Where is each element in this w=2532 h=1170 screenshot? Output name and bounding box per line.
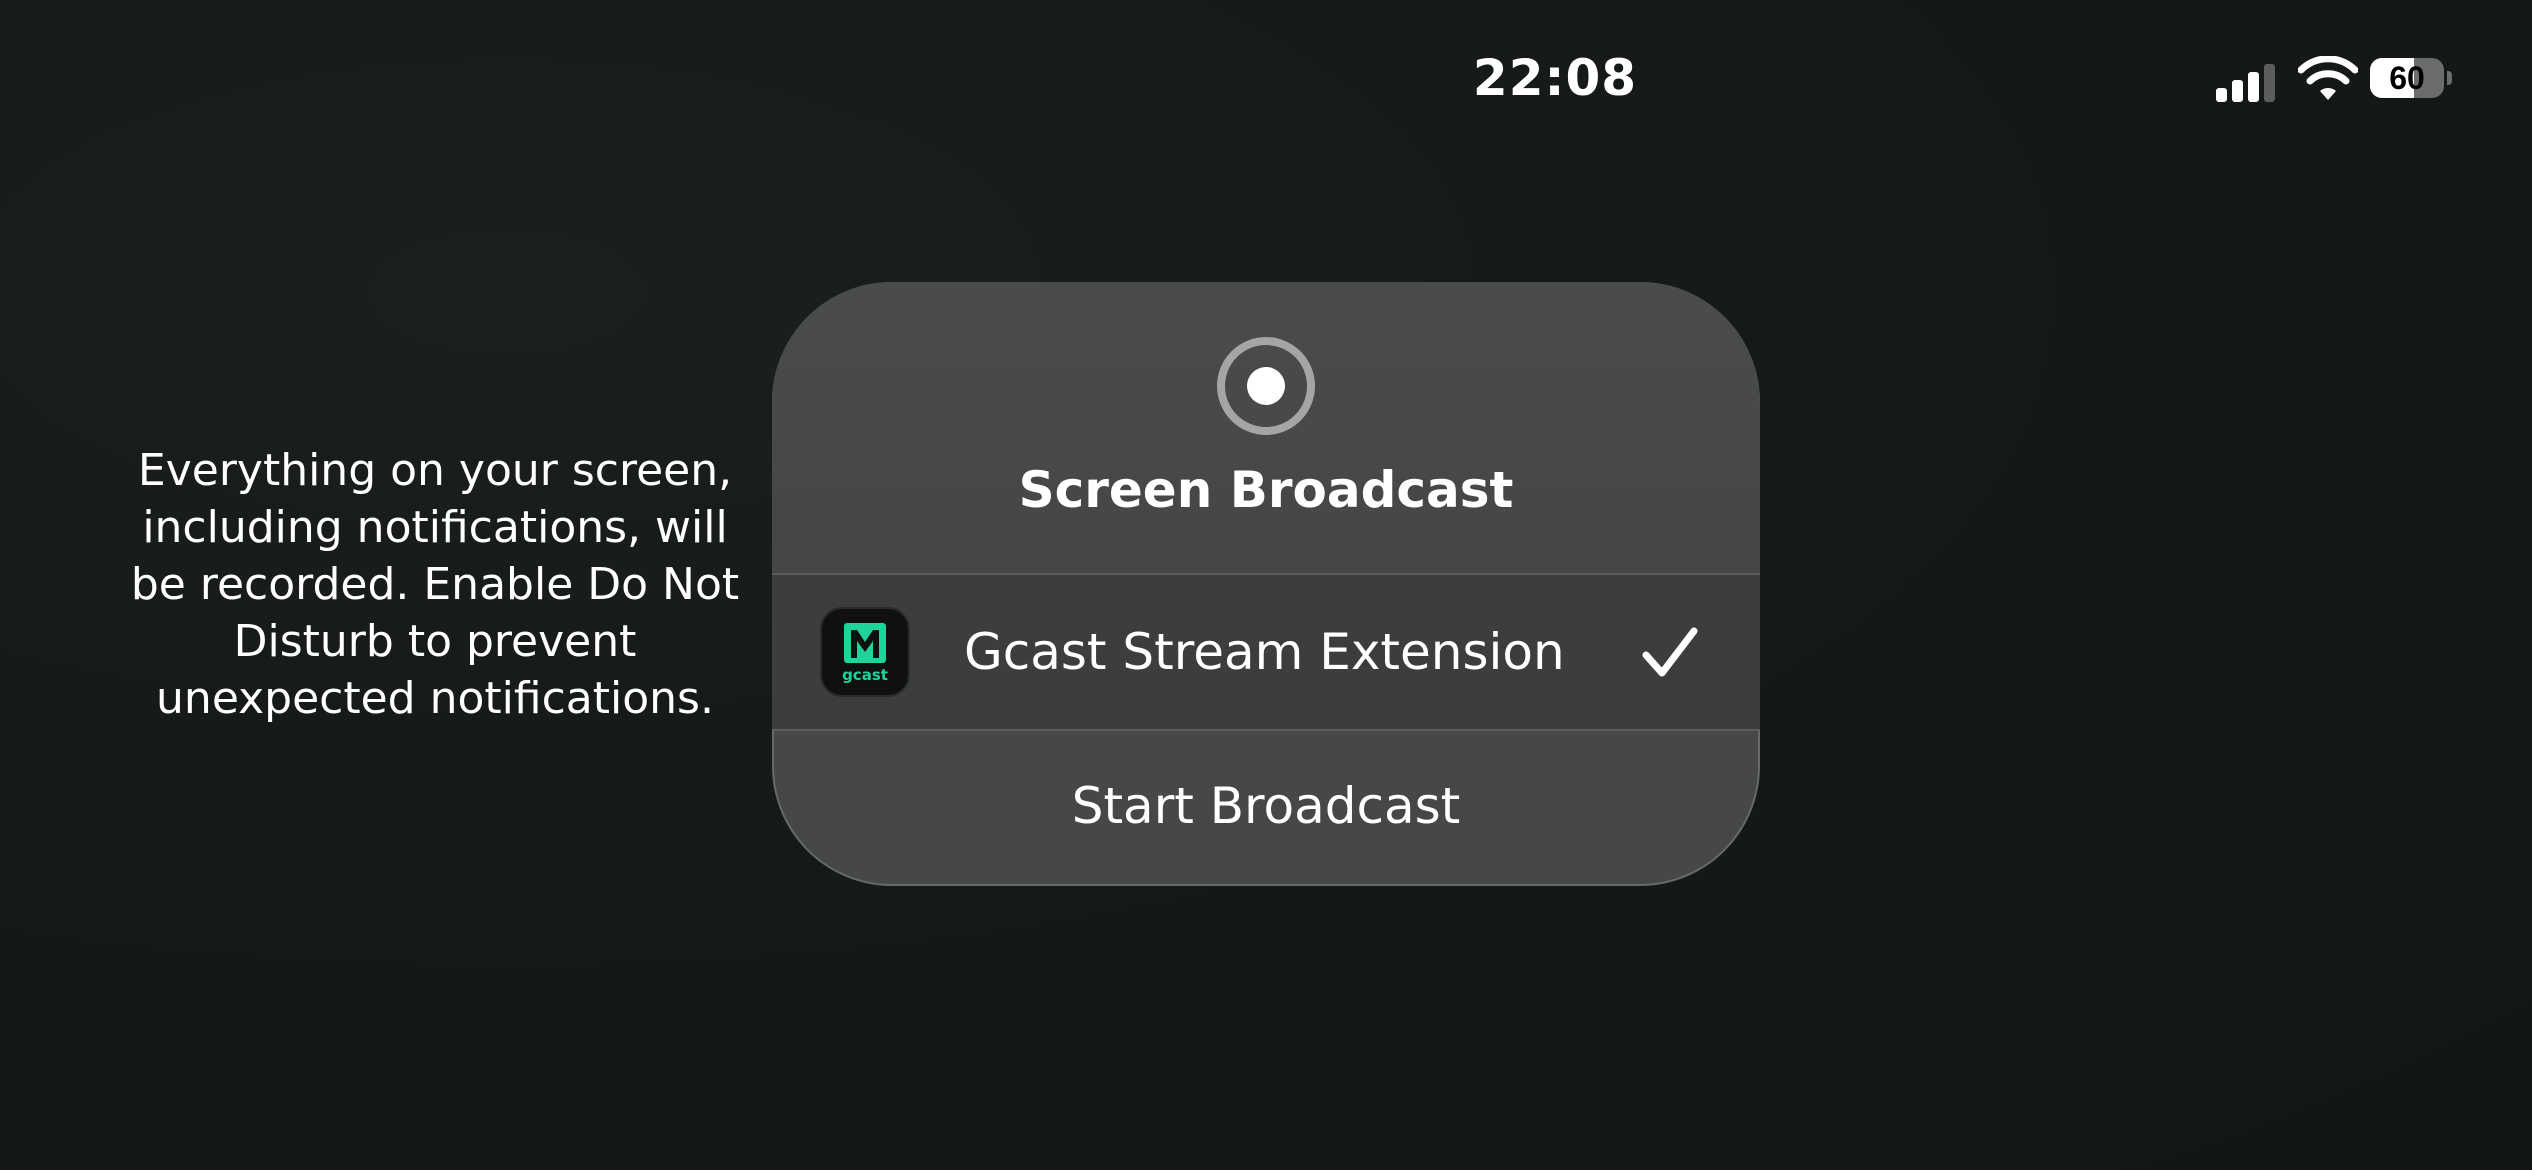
- broadcast-info-text: Everything on your screen, including not…: [120, 442, 750, 727]
- screen-broadcast-dialog: Screen Broadcast gcast Gcast Stream Exte…: [772, 282, 1760, 886]
- extension-option-gcast[interactable]: gcast Gcast Stream Extension: [772, 575, 1760, 729]
- record-icon: [1217, 337, 1315, 435]
- info-line: Disturb to prevent: [233, 616, 637, 667]
- status-time: 22:08: [1472, 49, 1638, 107]
- gcast-app-icon: gcast: [822, 609, 908, 695]
- info-line: be recorded. Enable Do Not: [130, 559, 740, 610]
- cellular-signal-icon: [2214, 56, 2278, 102]
- info-line: unexpected notifications.: [156, 673, 714, 724]
- dialog-header: Screen Broadcast: [772, 282, 1760, 573]
- checkmark-icon: [1642, 627, 1698, 677]
- battery-icon: 60: [2370, 58, 2454, 98]
- wifi-icon: [2298, 56, 2358, 100]
- extension-name: Gcast Stream Extension: [964, 623, 1565, 681]
- info-line: including notifications, will: [142, 502, 728, 553]
- start-broadcast-button[interactable]: Start Broadcast: [772, 731, 1760, 886]
- app-icon-label: gcast: [842, 666, 888, 684]
- dialog-title: Screen Broadcast: [1018, 461, 1514, 519]
- info-line: Everything on your screen,: [137, 445, 733, 496]
- battery-percent: 60: [2389, 60, 2425, 96]
